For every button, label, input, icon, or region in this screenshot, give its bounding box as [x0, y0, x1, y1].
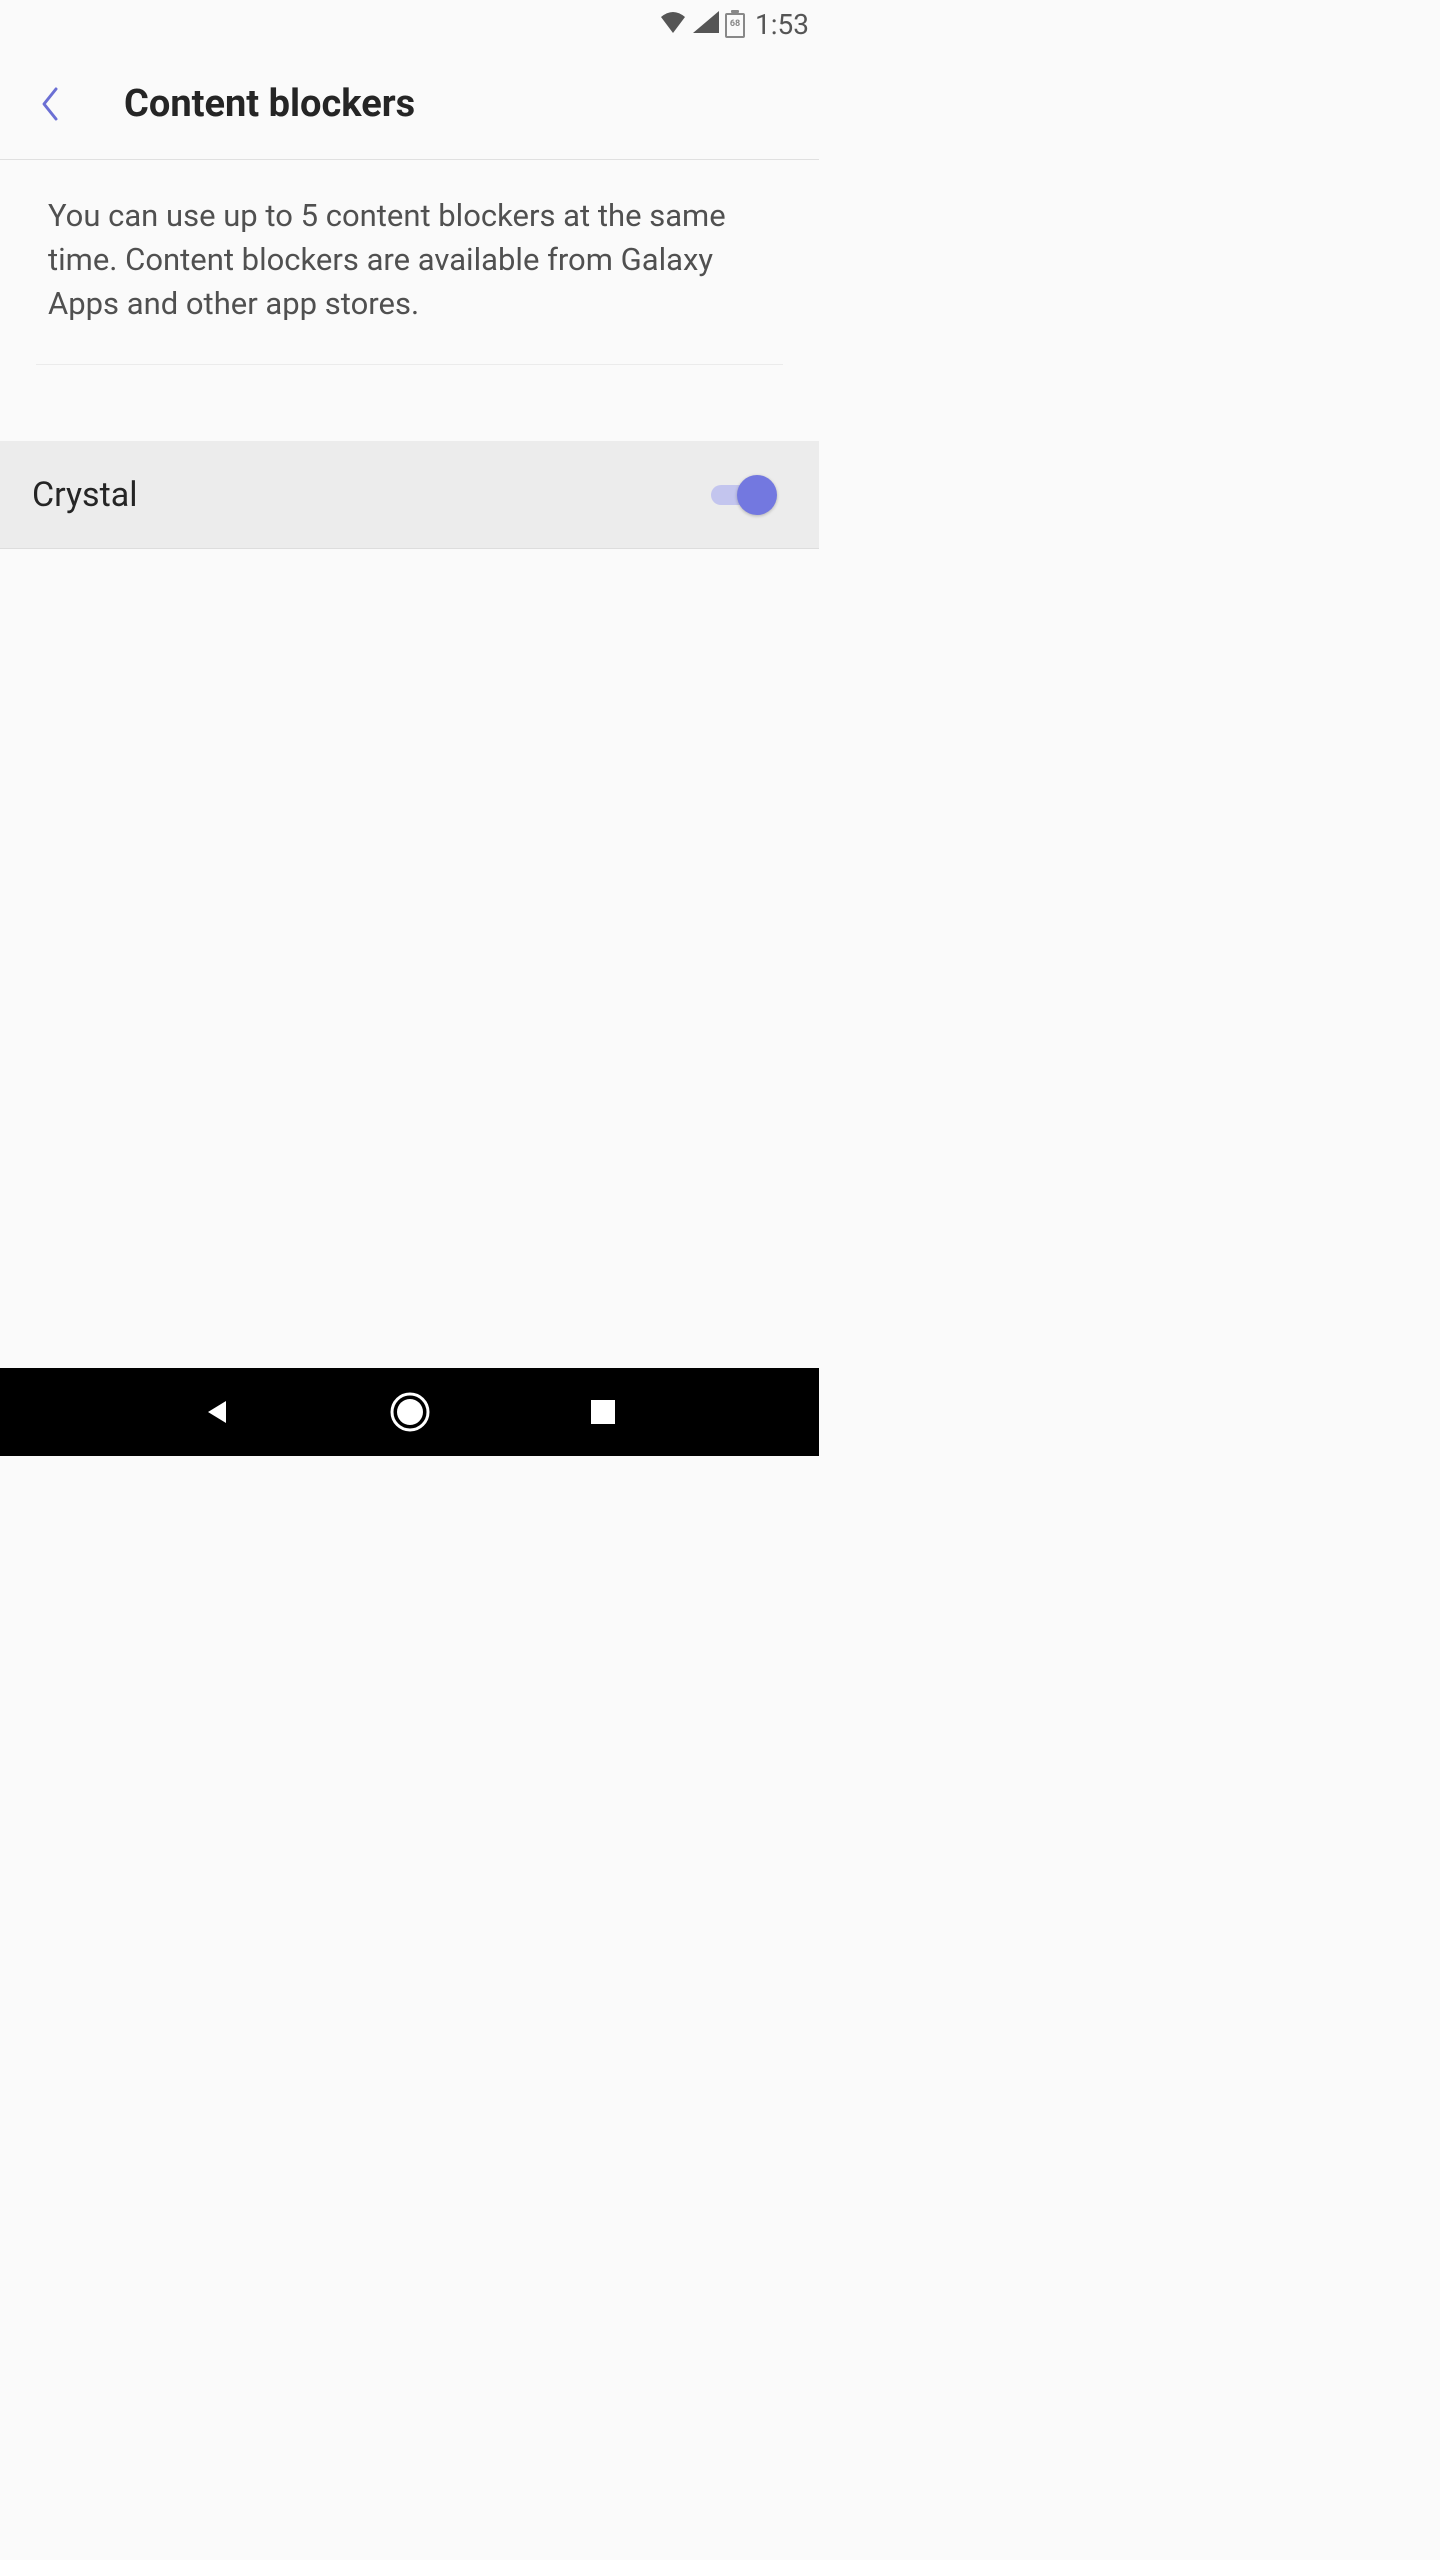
square-recents-icon [590, 1399, 616, 1425]
blocker-item-crystal[interactable]: Crystal [0, 441, 819, 549]
back-button[interactable] [28, 82, 72, 126]
blocker-toggle[interactable] [711, 475, 777, 515]
circle-home-icon [389, 1391, 431, 1433]
triangle-back-icon [202, 1397, 232, 1427]
nav-back-button[interactable] [193, 1388, 241, 1436]
wifi-icon [659, 11, 687, 37]
description-block: You can use up to 5 content blockers at … [0, 160, 819, 364]
status-bar: 68 1:53 [0, 0, 819, 48]
battery-level: 68 [727, 19, 743, 29]
chevron-left-icon [39, 85, 61, 123]
blocker-item-label: Crystal [32, 475, 137, 515]
signal-icon [693, 11, 719, 37]
list-spacer [0, 365, 819, 441]
app-bar: Content blockers [0, 48, 819, 160]
page-title: Content blockers [124, 82, 415, 126]
toggle-thumb [737, 475, 777, 515]
battery-icon: 68 [725, 10, 745, 38]
nav-recents-button[interactable] [579, 1388, 627, 1436]
status-time: 1:53 [755, 8, 809, 41]
nav-home-button[interactable] [386, 1388, 434, 1436]
description-text: You can use up to 5 content blockers at … [48, 194, 771, 326]
system-nav-bar [0, 1368, 819, 1456]
